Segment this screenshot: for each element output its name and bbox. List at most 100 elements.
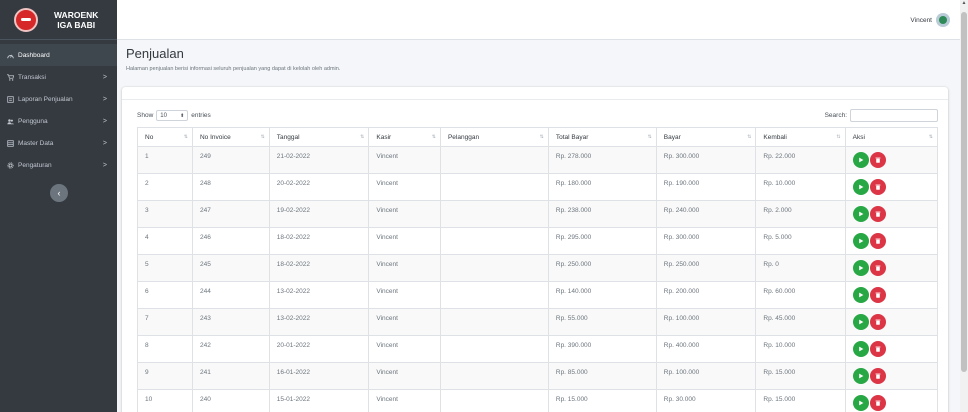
- delete-button[interactable]: [869, 314, 886, 330]
- sidebar: WAROENK IGA BABI Dashboard Transaksi > Lapo…: [0, 0, 117, 412]
- delete-button[interactable]: [869, 287, 886, 303]
- scroll-up-icon[interactable]: ▲: [960, 0, 968, 10]
- column-header-bayar[interactable]: Bayar ⇅: [655, 127, 757, 147]
- table-controls: Show 10 ⬍ entries Search:: [137, 109, 938, 123]
- scrollbar-thumb[interactable]: [961, 12, 967, 372]
- column-header-label: Kembali: [763, 133, 787, 141]
- table-cell: 247: [191, 200, 270, 228]
- table-cell-actions: [844, 227, 939, 255]
- table-cell: 2: [137, 173, 193, 201]
- table-cell: Rp. 240.000: [655, 200, 757, 228]
- entries-select[interactable]: 10 ⬍: [156, 110, 189, 121]
- table-cell-actions: [844, 335, 939, 363]
- table-cell-actions: [844, 308, 939, 336]
- delete-button[interactable]: [869, 233, 886, 249]
- detail-button[interactable]: [852, 314, 869, 330]
- table-cell: 13-02-2022: [268, 281, 370, 309]
- table-header-row: No ⇅ No Invoice ⇅ Tanggal ⇅ Kasir ⇅ Pelanggan ⇅ To…: [137, 127, 939, 147]
- table-cell: 5: [137, 254, 193, 282]
- dashboard-icon: [6, 52, 14, 59]
- table-cell-actions: [844, 362, 939, 390]
- sort-icon: ⇅: [647, 134, 652, 140]
- table-cell: Rp. 250.000: [547, 254, 657, 282]
- sort-icon: ⇅: [539, 134, 544, 140]
- column-header-aksi[interactable]: Aksi ⇅: [844, 127, 939, 147]
- user-menu[interactable]: Vincent: [910, 13, 950, 27]
- detail-button[interactable]: [852, 233, 869, 249]
- sidebar-item-transaksi[interactable]: Transaksi >: [0, 66, 117, 88]
- detail-button[interactable]: [852, 206, 869, 222]
- search-box: Search:: [825, 109, 938, 122]
- sidebar-item-master-data[interactable]: Master Data >: [0, 132, 117, 154]
- column-header-no-invoice[interactable]: No Invoice ⇅: [191, 127, 270, 147]
- table-cell: 240: [191, 389, 270, 412]
- delete-button[interactable]: [869, 368, 886, 384]
- detail-button[interactable]: [852, 341, 869, 357]
- detail-button[interactable]: [852, 287, 869, 303]
- table-row: 3 247 19-02-2022 Vincent Rp. 238.000 Rp. 240.…: [137, 200, 939, 228]
- table-cell-actions: [844, 200, 939, 228]
- brand-logo: [14, 7, 38, 32]
- column-header-kasir[interactable]: Kasir ⇅: [368, 127, 441, 147]
- table-cell: 6: [137, 281, 193, 309]
- table-cell: Vincent: [368, 335, 441, 363]
- table-cell: 7: [137, 308, 193, 336]
- table-cell: Vincent: [368, 227, 441, 255]
- trash-icon: [875, 373, 881, 379]
- table-cell-actions: [844, 254, 939, 282]
- table-cell: 248: [191, 173, 270, 201]
- delete-button[interactable]: [869, 395, 886, 411]
- detail-button[interactable]: [852, 179, 869, 195]
- column-header-pelanggan[interactable]: Pelanggan ⇅: [439, 127, 549, 147]
- detail-button[interactable]: [852, 260, 869, 276]
- page-scrollbar[interactable]: ▲: [960, 0, 968, 412]
- delete-button[interactable]: [869, 179, 886, 195]
- detail-button[interactable]: [852, 368, 869, 384]
- play-icon: [858, 157, 864, 163]
- delete-button[interactable]: [869, 260, 886, 276]
- brand[interactable]: WAROENK IGA BABI: [0, 0, 117, 40]
- trash-icon: [875, 211, 881, 217]
- search-input[interactable]: [850, 109, 938, 122]
- sidebar-collapse-button[interactable]: ‹: [50, 184, 68, 202]
- table-cell: Vincent: [368, 146, 441, 174]
- table-cell: 246: [191, 227, 270, 255]
- table-cell: Rp. 45.000: [755, 308, 846, 336]
- table-cell: Rp. 10.000: [755, 335, 846, 363]
- column-header-kembali[interactable]: Kembali ⇅: [755, 127, 846, 147]
- trash-icon: [875, 238, 881, 244]
- table-cell: 10: [137, 389, 193, 412]
- sidebar-item-label: Laporan Penjualan: [18, 95, 73, 103]
- select-arrows-icon: ⬍: [180, 112, 185, 119]
- column-header-no[interactable]: No ⇅: [137, 127, 193, 147]
- sidebar-item-laporan-penjualan[interactable]: Laporan Penjualan >: [0, 88, 117, 110]
- table-row: 10 240 15-01-2022 Vincent Rp. 15.000 Rp. 30.0…: [137, 389, 939, 412]
- sort-icon: ⇅: [747, 134, 752, 140]
- entries-length: Show 10 ⬍ entries: [137, 110, 211, 121]
- table-cell: 245: [191, 254, 270, 282]
- column-header-tanggal[interactable]: Tanggal ⇅: [268, 127, 370, 147]
- table-cell: Vincent: [368, 281, 441, 309]
- sort-icon: ⇅: [431, 134, 436, 140]
- table-cell: Rp. 22.000: [755, 146, 846, 174]
- sidebar-item-pengguna[interactable]: Pengguna >: [0, 110, 117, 132]
- table-cell: 242: [191, 335, 270, 363]
- table-cell: [439, 362, 549, 390]
- sidebar-item-dashboard[interactable]: Dashboard: [0, 44, 117, 66]
- sidebar-item-pengaturan[interactable]: Pengaturan >: [0, 154, 117, 176]
- delete-button[interactable]: [869, 341, 886, 357]
- table-row: 9 241 16-01-2022 Vincent Rp. 85.000 Rp. 100.0…: [137, 362, 939, 390]
- column-header-label: Tanggal: [276, 133, 300, 141]
- table-cell: 1: [137, 146, 193, 174]
- delete-button[interactable]: [869, 206, 886, 222]
- sidebar-item-label: Transaksi: [18, 73, 46, 81]
- detail-button[interactable]: [852, 395, 869, 411]
- sort-icon: ⇅: [928, 134, 933, 140]
- table-cell: [439, 335, 549, 363]
- table-cell: Rp. 390.000: [547, 335, 657, 363]
- column-header-total-bayar[interactable]: Total Bayar ⇅: [547, 127, 657, 147]
- sidebar-item-label: Pengguna: [18, 117, 48, 125]
- delete-button[interactable]: [869, 152, 886, 168]
- page-subtitle: Halaman penjualan berisi informasi selur…: [126, 66, 341, 72]
- detail-button[interactable]: [852, 152, 869, 168]
